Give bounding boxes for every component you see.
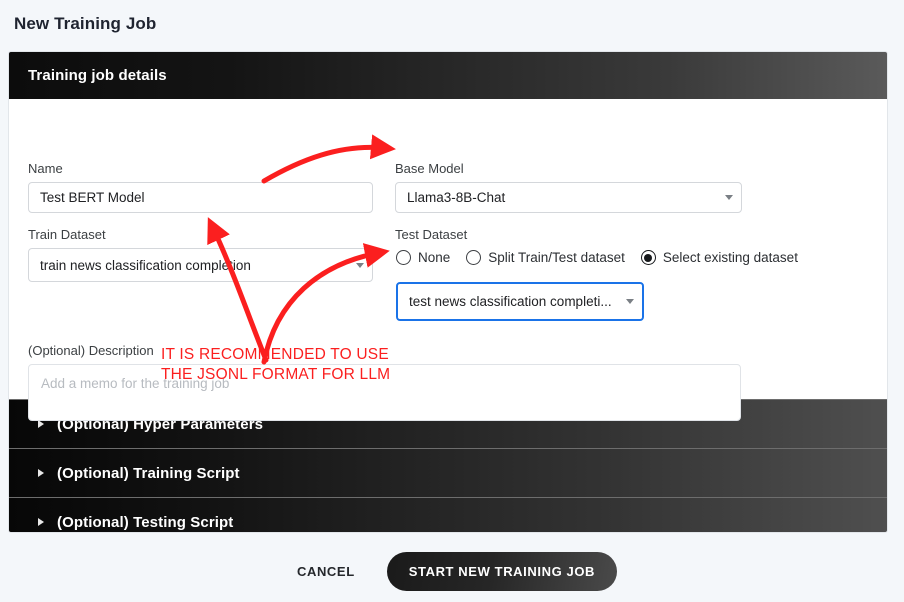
chevron-down-icon [626,299,634,304]
cancel-button[interactable]: CANCEL [287,556,365,587]
radio-label: Select existing dataset [662,250,798,265]
card-body: Name Base Model Llama3-8B-Chat Train Dat… [9,99,887,421]
accordion-label: (Optional) Training Script [57,464,240,482]
radio-icon [396,250,411,265]
accordion-training-script[interactable]: (Optional) Training Script [9,448,887,497]
base-model-value: Llama3-8B-Chat [407,190,506,205]
card-header: Training job details [9,52,887,99]
chevron-right-icon [38,469,44,477]
training-job-details-card: Training job details Name Base Model Lla… [8,51,888,533]
annotation-text-line-1: IT IS RECOMMENDED TO USE [161,346,389,363]
radio-icon-selected [640,250,656,265]
page-title: New Training Job [14,14,157,33]
screen: New Training Job Training job details Na… [0,0,904,602]
radio-label: Split Train/Test dataset [488,250,625,265]
test-dataset-value: test news classification completi... [409,294,612,309]
radio-option-split-train-test[interactable]: Split Train/Test dataset [466,250,625,265]
radio-icon [466,250,482,265]
radio-dot [644,253,653,262]
train-dataset-select[interactable]: train news classification completion [28,248,373,282]
test-dataset-radio-group: None Split Train/Test dataset Select exi… [396,250,814,265]
name-label: Name [28,161,63,176]
card-header-title: Training job details [28,67,167,84]
annotation-text-line-2: THE JSONL FORMAT FOR LLM [161,366,391,383]
chevron-down-icon [356,262,364,268]
form-actions: CANCEL START NEW TRAINING JOB [0,552,904,591]
base-model-label: Base Model [395,161,464,176]
chevron-right-icon [38,518,44,526]
train-dataset-label: Train Dataset [28,227,106,242]
radio-label: None [418,250,451,265]
base-model-select[interactable]: Llama3-8B-Chat [395,182,742,213]
radio-option-none[interactable]: None [396,250,450,265]
radio-option-select-existing-dataset[interactable]: Select existing dataset [640,250,798,265]
name-input[interactable] [28,182,373,213]
chevron-right-icon [38,420,44,428]
accordion-testing-script[interactable]: (Optional) Testing Script [9,497,887,532]
accordion-label: (Optional) Testing Script [57,513,234,531]
chevron-down-icon [725,195,733,200]
description-label: (Optional) Description [28,343,154,358]
train-dataset-value: train news classification completion [40,257,251,273]
start-new-training-job-button[interactable]: START NEW TRAINING JOB [386,552,618,591]
test-dataset-select[interactable]: test news classification completi... [396,282,644,321]
test-dataset-label: Test Dataset [395,227,468,242]
